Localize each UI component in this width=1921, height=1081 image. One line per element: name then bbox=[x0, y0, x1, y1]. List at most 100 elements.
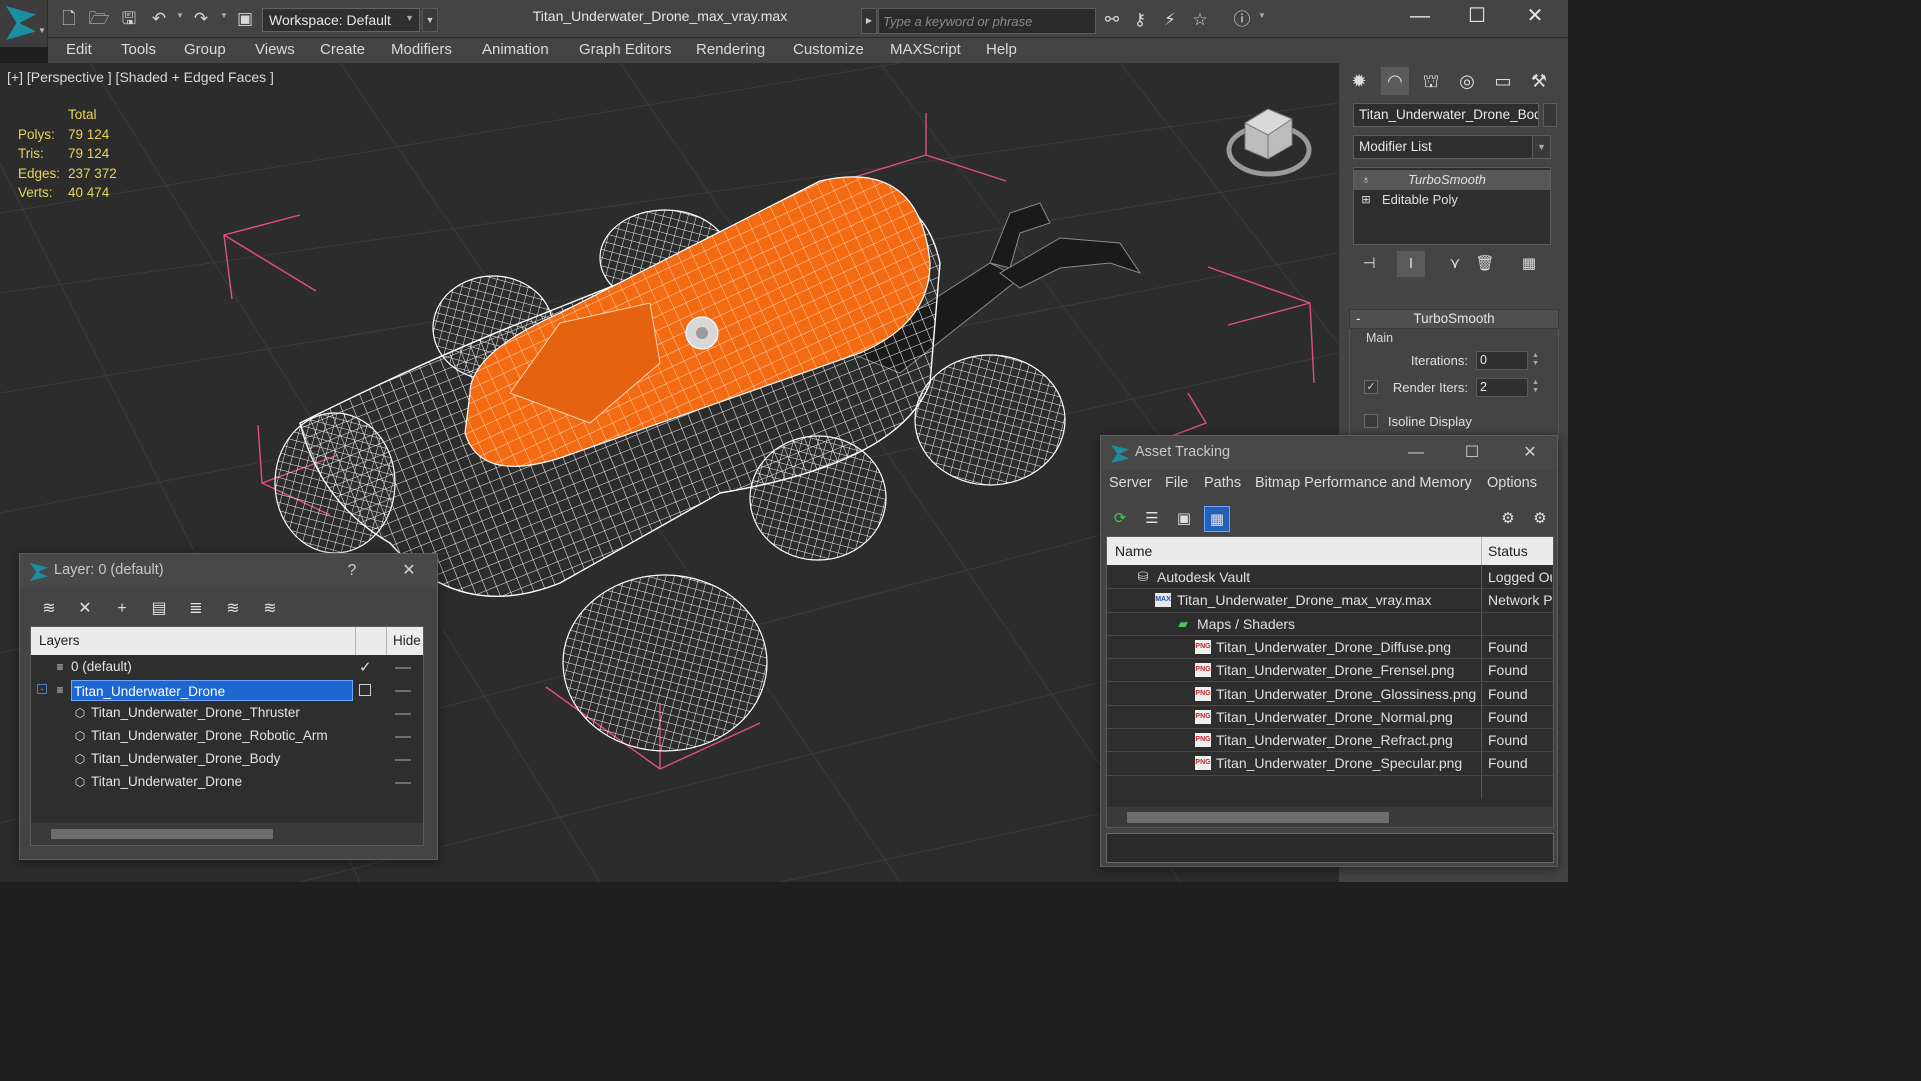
object-row[interactable]: ⬡ Titan_Underwater_Drone_Thruster bbox=[31, 702, 423, 725]
menu-create[interactable]: Create bbox=[320, 41, 365, 58]
expand-plus-icon[interactable]: ⊞ bbox=[1360, 190, 1372, 210]
close-icon[interactable]: ✕ bbox=[1515, 4, 1555, 30]
menu-customize[interactable]: Customize bbox=[793, 41, 864, 58]
vault-login-icon[interactable]: ⚙ bbox=[1495, 506, 1521, 532]
hide-toggle[interactable] bbox=[395, 667, 411, 669]
viewport-label[interactable]: [+] [Perspective ] [Shaded + Edged Faces… bbox=[7, 69, 274, 85]
help-dropdown-icon[interactable]: ▼ bbox=[1258, 11, 1266, 20]
menu-file[interactable]: File bbox=[1165, 475, 1188, 491]
menu-animation[interactable]: Animation bbox=[482, 41, 549, 58]
make-unique-icon[interactable]: ⋎ bbox=[1441, 251, 1469, 277]
menu-server[interactable]: Server bbox=[1109, 475, 1152, 491]
collapse-minus-icon[interactable]: - bbox=[37, 684, 47, 694]
menu-maxscript[interactable]: MAXScript bbox=[890, 41, 961, 58]
menu-graph-editors[interactable]: Graph Editors bbox=[579, 41, 672, 58]
delete-layer-icon[interactable]: ✕ bbox=[72, 597, 98, 621]
horizontal-scrollbar-thumb[interactable] bbox=[51, 829, 273, 839]
app-menu-button[interactable]: ▼ bbox=[0, 0, 48, 47]
stack-item-editable-poly[interactable]: ⊞ Editable Poly bbox=[1354, 190, 1550, 210]
configure-modifier-sets-icon[interactable]: ▦ bbox=[1515, 251, 1543, 277]
show-end-result-icon[interactable]: I bbox=[1397, 251, 1425, 277]
asset-row[interactable]: PNG Titan_Underwater_Drone_Refract.png F… bbox=[1107, 729, 1553, 753]
hide-all-layers-icon[interactable]: ≋ bbox=[220, 597, 246, 621]
modifier-list-dropdown[interactable]: Modifier List ▼ bbox=[1353, 135, 1551, 159]
asset-row[interactable]: PNG Titan_Underwater_Drone_Diffuse.png F… bbox=[1107, 635, 1553, 660]
column-header-layers[interactable]: Layers bbox=[39, 633, 80, 648]
new-file-icon[interactable]: 🗋 bbox=[58, 8, 80, 30]
create-tab-icon[interactable]: ✹ bbox=[1345, 67, 1373, 95]
column-header-name[interactable]: Name bbox=[1115, 543, 1152, 559]
stack-item-turbosmooth[interactable]: ♁ TurboSmooth bbox=[1354, 170, 1550, 190]
object-name-field[interactable]: Titan_Underwater_Drone_Body bbox=[1353, 103, 1539, 127]
motion-tab-icon[interactable]: ◎ bbox=[1453, 67, 1481, 95]
object-row[interactable]: ⬡ Titan_Underwater_Drone_Robotic_Arm bbox=[31, 725, 423, 748]
redo-icon[interactable]: ↷ bbox=[190, 8, 212, 30]
spinner-arrows-icon[interactable]: ▲ ▼ bbox=[1532, 379, 1539, 395]
select-objects-in-layer-icon[interactable]: ▤ bbox=[146, 597, 172, 621]
save-file-icon[interactable]: 🖫 bbox=[118, 8, 140, 30]
freeze-all-layers-icon[interactable]: ≋ bbox=[257, 597, 283, 621]
new-layer-icon[interactable]: ≋ bbox=[36, 597, 62, 621]
communication-center-icon[interactable]: ⚡ bbox=[1158, 8, 1182, 32]
layer-row[interactable]: ≡ 0 (default) ✓ bbox=[31, 656, 423, 679]
asset-row[interactable]: PNG Titan_Underwater_Drone_Specular.png … bbox=[1107, 752, 1553, 776]
object-row[interactable]: ⬡ Titan_Underwater_Drone bbox=[31, 771, 423, 794]
column-header-hide[interactable]: Hide bbox=[393, 633, 421, 648]
vault-help-icon[interactable]: ⚙ bbox=[1527, 506, 1553, 532]
hide-toggle[interactable] bbox=[395, 782, 411, 784]
close-icon[interactable]: ✕ bbox=[1515, 441, 1545, 465]
menu-views[interactable]: Views bbox=[255, 41, 295, 58]
active-layer-check-icon[interactable]: ✓ bbox=[359, 658, 372, 676]
make-active-box-icon[interactable] bbox=[359, 684, 371, 696]
hierarchy-tab-icon[interactable]: ⛫ bbox=[1417, 67, 1445, 95]
object-row[interactable]: ⬡ Titan_Underwater_Drone_Body bbox=[31, 748, 423, 771]
list-view-icon[interactable]: ☰ bbox=[1139, 506, 1165, 532]
turbosmooth-rollout-header[interactable]: - TurboSmooth bbox=[1349, 309, 1559, 329]
window-titlebar[interactable]: Layer: 0 (default) ? ✕ bbox=[20, 554, 437, 588]
maximize-icon[interactable]: ☐ bbox=[1457, 441, 1487, 465]
toolbar-overflow-icon[interactable]: ▼ bbox=[422, 8, 438, 32]
horizontal-scrollbar-thumb[interactable] bbox=[1127, 812, 1389, 823]
lightbulb-icon[interactable]: ♁ bbox=[1360, 170, 1372, 190]
asset-row[interactable]: ▰ Maps / Shaders bbox=[1107, 612, 1553, 636]
add-to-layer-icon[interactable]: + bbox=[109, 597, 135, 621]
menu-edit[interactable]: Edit bbox=[66, 41, 92, 58]
remove-modifier-icon[interactable]: 🗑 bbox=[1471, 251, 1499, 277]
undo-icon[interactable]: ↶ bbox=[148, 8, 170, 30]
table-view-icon[interactable]: ▦ bbox=[1204, 506, 1230, 532]
undo-dropdown-icon[interactable]: ▼ bbox=[176, 11, 184, 20]
hide-toggle[interactable] bbox=[395, 759, 411, 761]
asset-row[interactable]: PNG Titan_Underwater_Drone_Glossiness.pn… bbox=[1107, 682, 1553, 706]
search-input[interactable] bbox=[878, 8, 1096, 34]
minimize-icon[interactable]: — bbox=[1400, 4, 1440, 30]
menu-group[interactable]: Group bbox=[184, 41, 226, 58]
asset-row[interactable]: PNG Titan_Underwater_Drone_Normal.png Fo… bbox=[1107, 705, 1553, 730]
favorites-star-icon[interactable]: ☆ bbox=[1188, 8, 1212, 32]
layer-row[interactable]: - ≡ Titan_Underwater_Drone bbox=[31, 679, 423, 702]
close-icon[interactable]: ✕ bbox=[394, 559, 424, 583]
tree-view-icon[interactable]: ▣ bbox=[1171, 506, 1197, 532]
asset-row[interactable]: PNG Titan_Underwater_Drone_Frensel.png F… bbox=[1107, 659, 1553, 683]
asset-row[interactable]: MAX Titan_Underwater_Drone_max_vray.max … bbox=[1107, 589, 1553, 613]
open-file-icon[interactable]: 🗁 bbox=[88, 8, 110, 30]
help-icon[interactable]: ⓘ bbox=[1230, 8, 1254, 32]
iterations-spinner[interactable]: 0 bbox=[1476, 351, 1528, 370]
menu-modifiers[interactable]: Modifiers bbox=[391, 41, 452, 58]
menu-options[interactable]: Options bbox=[1487, 475, 1537, 491]
utilities-tab-icon[interactable]: ⚒ bbox=[1525, 67, 1553, 95]
project-folder-icon[interactable]: ▣ bbox=[234, 8, 256, 30]
menu-rendering[interactable]: Rendering bbox=[696, 41, 765, 58]
menu-help[interactable]: Help bbox=[986, 41, 1017, 58]
minimize-icon[interactable]: — bbox=[1401, 441, 1431, 465]
refresh-icon[interactable]: ⟳ bbox=[1107, 506, 1133, 532]
render-iters-checkbox[interactable]: ✓ bbox=[1364, 380, 1378, 394]
binoculars-icon[interactable]: ⚯ bbox=[1100, 8, 1124, 32]
highlight-layer-icon[interactable]: ≣ bbox=[183, 597, 209, 621]
menu-paths[interactable]: Paths bbox=[1204, 475, 1241, 491]
menu-bitmap-performance[interactable]: Bitmap Performance and Memory bbox=[1255, 475, 1472, 491]
redo-dropdown-icon[interactable]: ▼ bbox=[220, 11, 228, 20]
workspace-dropdown[interactable]: Workspace: Default ▼ bbox=[262, 8, 420, 32]
hide-toggle[interactable] bbox=[395, 690, 411, 692]
asset-row[interactable]: ⛁ Autodesk Vault Logged Ou bbox=[1107, 566, 1553, 590]
key-icon[interactable]: ⚷ bbox=[1128, 8, 1152, 32]
